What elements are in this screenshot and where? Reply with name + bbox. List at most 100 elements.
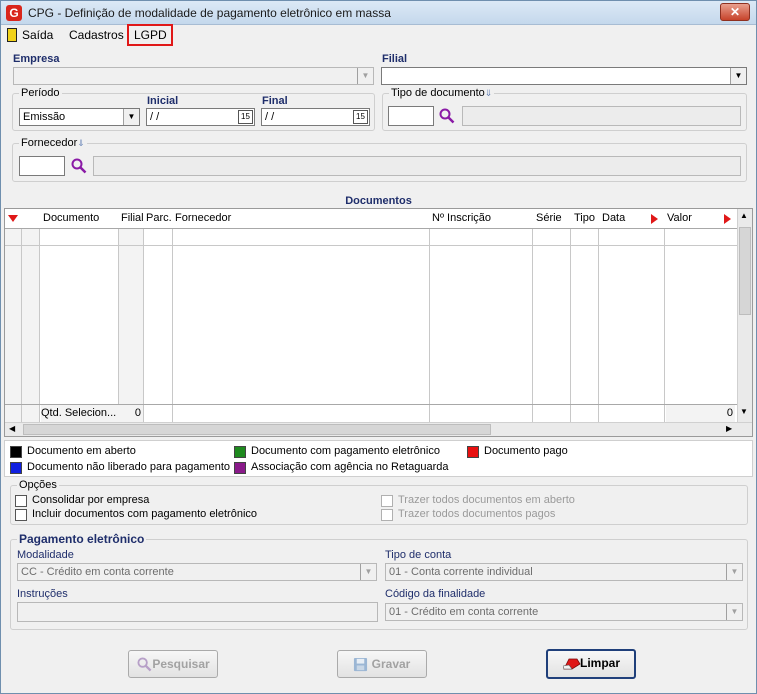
menu-saida[interactable]: Saída [22,28,53,42]
limpar-button[interactable]: Limpar [546,649,636,679]
instrucoes-field[interactable] [17,602,378,622]
legend-label: Documento não liberado para pagamento [27,461,231,473]
legend-label: Documento pago [484,445,568,457]
consolidar-label[interactable]: Consolidar por empresa [32,494,149,506]
inicial-date-field[interactable]: / / 15 [146,108,255,126]
gravar-button[interactable]: Gravar [337,650,427,678]
modalidade-label: Modalidade [17,549,74,561]
limpar-label: Limpar [579,656,620,670]
fornecedor-description [93,156,741,176]
empresa-label: Empresa [13,53,60,65]
consolidar-checkbox[interactable] [15,495,27,507]
legend-swatch [234,462,246,474]
app-logo-icon: G [6,5,22,21]
scroll-down-icon[interactable]: ▼ [740,407,748,416]
menu-bar: Saída Cadastros LGPD [1,25,756,46]
lgpd-highlight-box [127,24,173,46]
trazer-aberto-checkbox[interactable] [381,495,393,507]
inicial-label: Inicial [147,95,179,107]
grid-column [533,209,571,436]
tipo-conta-combo[interactable]: 01 - Conta corrente individual ▼ [385,563,743,581]
close-button[interactable]: ✕ [720,3,750,21]
chevron-down-icon[interactable]: ▼ [360,564,376,580]
column-header-filial[interactable]: Filial [121,212,144,224]
trazer-aberto-label: Trazer todos documentos em aberto [398,494,575,506]
fornecedor-code[interactable] [19,156,65,176]
chevron-down-icon[interactable]: ▼ [730,68,746,84]
tipo-documento-legend: Tipo de documento⇓ [391,87,493,99]
legend-label: Documento em aberto [27,445,136,457]
incluir-eletronico-label[interactable]: Incluir documentos com pagamento eletrôn… [32,508,257,520]
grid-header: Documento Filial Parc. Fornecedor Nº Ins… [5,209,752,229]
final-date-field[interactable]: / / 15 [261,108,370,126]
column-header-parc[interactable]: Parc. [146,212,172,224]
grid-column [430,209,533,436]
footer-count-label: Qtd. Selecion... [41,405,119,422]
grid-select-column [22,209,40,436]
footer-total-value: 0 [666,405,735,422]
modalidade-value: CC - Crédito em conta corrente [21,566,174,578]
column-header-inscricao[interactable]: Nº Inscrição [432,212,491,224]
finalidade-combo[interactable]: 01 - Crédito em conta corrente ▼ [385,603,743,621]
scroll-up-icon[interactable]: ▲ [740,211,748,220]
grid-column [173,209,430,436]
chevron-down-icon[interactable]: ▼ [357,68,373,84]
opcoes-legend: Opções [19,479,57,491]
grid-column [40,209,119,436]
legend-swatch [234,446,246,458]
incluir-eletronico-checkbox[interactable] [15,509,27,521]
chevron-down-icon[interactable]: ▼ [726,564,742,580]
column-header-valor[interactable]: Valor [667,212,692,224]
search-icon [137,657,152,672]
filial-combo[interactable]: ▼ [381,67,747,85]
column-header-serie[interactable]: Série [536,212,562,224]
column-header-fornecedor[interactable]: Fornecedor [175,212,231,224]
scroll-right-icon[interactable]: ▶ [726,424,732,433]
tipo-conta-value: 01 - Conta corrente individual [389,566,533,578]
finalidade-value: 01 - Crédito em conta corrente [389,606,539,618]
scroll-left-icon[interactable]: ◀ [9,424,15,433]
scroll-thumb[interactable] [739,227,751,315]
finalidade-label: Código da finalidade [385,588,486,600]
chevron-down-icon[interactable]: ▼ [726,604,742,620]
menu-cadastros[interactable]: Cadastros [69,28,124,42]
search-icon[interactable] [71,158,87,174]
calendar-icon[interactable]: 15 [353,110,368,124]
tipo-documento-code[interactable] [388,106,434,126]
save-disk-icon [353,657,368,672]
footer-count-value: 0 [120,405,143,422]
trazer-pagos-checkbox[interactable] [381,509,393,521]
filial-label: Filial [382,53,408,65]
periodo-type-value: Emissão [23,111,66,123]
gravar-label: Gravar [371,657,411,671]
horizontal-scrollbar[interactable]: ◀ ▶ [5,422,752,436]
grid-filter-row-line [5,245,738,246]
pesquisar-button[interactable]: Pesquisar [128,650,218,678]
instrucoes-label: Instruções [17,588,68,600]
search-icon[interactable] [439,108,455,124]
column-menu-icon[interactable] [651,214,659,224]
grid-column [665,209,738,436]
column-header-data[interactable]: Data [602,212,625,224]
chevron-down-icon[interactable]: ▼ [123,109,139,125]
final-date-value: / / [265,111,275,123]
eraser-icon [563,658,581,670]
calendar-icon[interactable]: 15 [238,110,253,124]
periodo-type-combo[interactable]: Emissão ▼ [19,108,140,126]
modalidade-combo[interactable]: CC - Crédito em conta corrente ▼ [17,563,377,581]
documents-grid[interactable]: Documento Filial Parc. Fornecedor Nº Ins… [4,208,753,437]
title-bar: G CPG - Definição de modalidade de pagam… [1,1,756,25]
column-header-tipo[interactable]: Tipo [574,212,595,224]
sort-down-icon[interactable] [8,215,18,223]
trazer-pagos-label: Trazer todos documentos pagos [398,508,556,520]
legend-swatch [10,446,22,458]
main-window: G CPG - Definição de modalidade de pagam… [0,0,757,694]
empresa-combo[interactable]: ▼ [13,67,374,85]
tipo-conta-label: Tipo de conta [385,549,452,561]
legend-label: Associação com agência no Retaguarda [251,461,449,473]
column-menu-icon[interactable] [724,214,732,224]
column-header-documento[interactable]: Documento [43,212,99,224]
vertical-scrollbar[interactable]: ▲ ▼ [737,209,752,422]
scroll-thumb[interactable] [23,424,491,435]
grid-indicator-column [5,209,22,436]
